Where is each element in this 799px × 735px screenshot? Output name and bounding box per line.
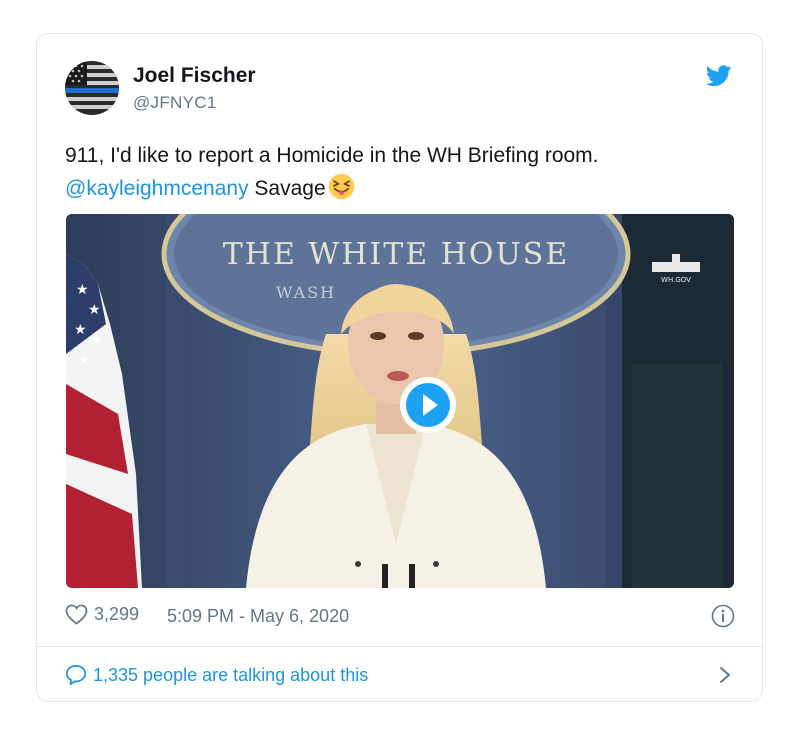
- squinting-tongue-emoji-icon: [328, 173, 354, 200]
- heart-icon: [65, 604, 88, 625]
- tweet-text-line2: @kayleighmcenany Savage: [65, 172, 735, 205]
- tweet-text-line: 911, I'd like to report a Homicide in th…: [65, 144, 599, 167]
- conversation-link[interactable]: 1,335 people are talking about this: [65, 661, 735, 689]
- wh-watermark: WH.GOV: [661, 276, 691, 284]
- like-button[interactable]: 3,299: [65, 604, 139, 625]
- like-count: 3,299: [94, 604, 140, 624]
- svg-text:★: ★: [88, 302, 101, 318]
- talking-count: 1,335 people are talking about this: [93, 664, 369, 685]
- tweet-meta: 3,299 5:09 PM - May 6, 2020: [65, 604, 735, 630]
- info-icon[interactable]: [711, 604, 735, 628]
- tweet-timestamp[interactable]: 5:09 PM - May 6, 2020: [167, 606, 349, 627]
- play-button-icon[interactable]: [399, 376, 457, 434]
- svg-text:★: ★: [90, 332, 103, 348]
- svg-text:★: ★: [76, 282, 89, 298]
- seal-text: THE WHITE HOUSE: [223, 237, 569, 272]
- svg-text:★: ★: [74, 322, 87, 338]
- divider: [37, 646, 762, 647]
- twitter-bird-icon[interactable]: [706, 65, 732, 87]
- seal-subtext: WASH: [276, 283, 336, 302]
- tweet-text-tail: Savage: [248, 177, 326, 200]
- mention-link[interactable]: @kayleighmcenany: [65, 177, 249, 200]
- avatar[interactable]: [65, 61, 119, 115]
- tweet-card[interactable]: Joel Fischer @JFNYC1 911, I'd like to re…: [36, 33, 763, 702]
- tweet-text: 911, I'd like to report a Homicide in th…: [65, 139, 735, 205]
- author-handle[interactable]: @JFNYC1: [133, 93, 217, 113]
- chevron-right-icon[interactable]: [719, 666, 731, 684]
- svg-text:★: ★: [78, 352, 91, 368]
- author-name[interactable]: Joel Fischer: [133, 64, 256, 88]
- speech-bubble-icon: [65, 664, 87, 686]
- video-player[interactable]: THE WHITE HOUSE WASH ★ ★ ★ ★ ★ WH.GOV: [66, 214, 734, 588]
